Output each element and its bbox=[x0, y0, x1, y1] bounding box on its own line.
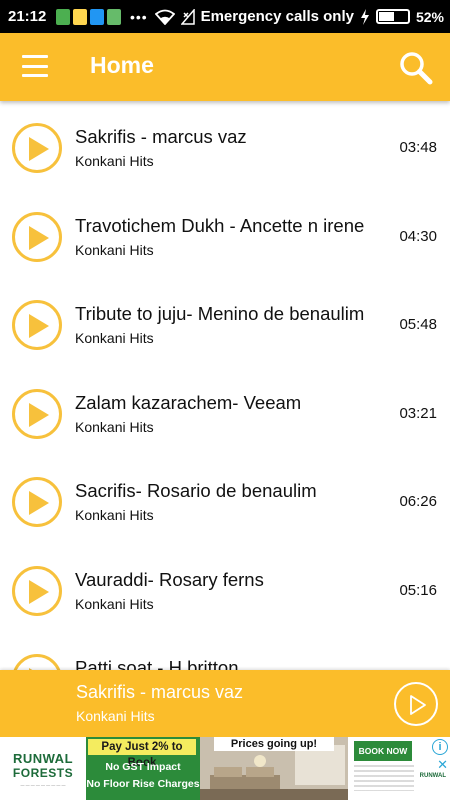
status-bar: 21:12 ••• Emergency calls only 52% bbox=[0, 0, 450, 33]
ad-gst-text: No GST Impact bbox=[105, 761, 181, 773]
song-list-item[interactable]: Zalam kazarachem- Veeam Konkani Hits 03:21 bbox=[0, 367, 450, 456]
status-right: Emergency calls only 52% bbox=[154, 0, 444, 33]
play-icon bbox=[29, 137, 49, 161]
song-artist: Konkani Hits bbox=[75, 595, 154, 612]
menu-icon-line bbox=[22, 74, 48, 77]
song-play-button[interactable] bbox=[12, 388, 62, 439]
ad-interior-photo: Prices going up! bbox=[200, 737, 348, 800]
more-notifications-icon: ••• bbox=[130, 8, 148, 25]
ad-brand-sub: FORESTS bbox=[12, 765, 74, 780]
ad-brand-tag-decoration: — — — — — — — — — bbox=[20, 781, 66, 787]
play-icon bbox=[29, 314, 49, 338]
song-list-item[interactable]: Travotichem Dukh - Ancette n irene Konkan… bbox=[0, 190, 450, 279]
notification-app-icon bbox=[56, 8, 70, 25]
song-title: Travotichem Dukh - Ancette n irene bbox=[75, 214, 365, 236]
play-icon bbox=[29, 225, 49, 250]
ad-brand-name: RUNWAL bbox=[12, 750, 74, 766]
play-icon bbox=[29, 491, 49, 515]
song-play-button[interactable] bbox=[12, 654, 62, 670]
song-play-button[interactable] bbox=[12, 565, 62, 616]
play-icon bbox=[29, 402, 49, 427]
carrier-text: Emergency calls only bbox=[200, 8, 354, 25]
song-play-button[interactable] bbox=[12, 123, 62, 173]
wifi-icon bbox=[154, 9, 175, 25]
song-duration: 06:26 bbox=[397, 493, 437, 510]
ad-pay-text: Pay Just 2% to Book bbox=[88, 739, 196, 769]
song-title: Patti soat - H britton bbox=[75, 657, 239, 670]
song-artist: Konkani Hits bbox=[75, 507, 154, 523]
ad-brand-logo: RUNWAL FORESTS — — — — — — — — — bbox=[0, 737, 86, 800]
battery-fill bbox=[378, 12, 394, 21]
song-artist: Konkani Hits bbox=[75, 330, 154, 346]
app-bar: Home bbox=[0, 33, 450, 101]
notification-store-icon bbox=[90, 8, 104, 25]
search-button[interactable] bbox=[398, 50, 434, 86]
battery-percent: 52% bbox=[415, 8, 444, 25]
ad-offer-panel: Pay Just 2% to Book No GST Impact No Flo… bbox=[86, 737, 200, 800]
song-duration: 05:48 bbox=[397, 316, 437, 333]
song-duration: 05:16 bbox=[397, 581, 437, 599]
ad-small-logo: RUNWAL bbox=[419, 773, 446, 779]
menu-button[interactable] bbox=[22, 55, 48, 77]
song-title: Sacrifis- Rosario de benaulim bbox=[75, 480, 317, 501]
song-list-item[interactable]: Patti soat - H brittonKonkani Hits bbox=[0, 632, 450, 670]
ad-fineprint bbox=[354, 765, 414, 791]
now-playing-artist: Konkani Hits bbox=[76, 708, 155, 724]
song-list-item[interactable]: Sacrifis- Rosario de benaulim Konkani Hit… bbox=[0, 455, 450, 544]
ad-prices-text: Prices going up! bbox=[214, 737, 334, 751]
song-play-button[interactable] bbox=[12, 300, 62, 350]
song-list-item[interactable]: Sakrifis - marcus vaz Konkani Hits 03:48 bbox=[0, 101, 450, 190]
notification-calendar-icon bbox=[73, 8, 87, 25]
song-play-button[interactable] bbox=[12, 477, 62, 527]
song-play-button[interactable] bbox=[12, 211, 62, 262]
ad-close-icon[interactable]: ✕ bbox=[437, 757, 448, 773]
play-icon bbox=[29, 579, 49, 604]
status-time: 21:12 bbox=[8, 8, 47, 25]
song-list: Sakrifis - marcus vaz Konkani Hits 03:48 Tr… bbox=[0, 101, 450, 670]
page-title: Home bbox=[90, 52, 154, 78]
notification-sim-icon bbox=[107, 8, 121, 25]
menu-icon-line bbox=[22, 64, 48, 68]
song-duration: 03:21 bbox=[397, 404, 437, 422]
ad-info-icon[interactable]: i bbox=[432, 739, 448, 755]
song-list-item[interactable]: Tribute to juju- Menino de benaulim Konka… bbox=[0, 278, 450, 367]
ad-floor-text: No Floor Rise Charges bbox=[86, 778, 200, 790]
notification-icons: ••• bbox=[56, 8, 148, 25]
song-title: Vauraddi- Rosary ferns bbox=[75, 568, 264, 590]
ad-cta-panel: BOOK NOW i ✕ RUNWAL bbox=[348, 737, 450, 800]
search-icon bbox=[400, 52, 433, 85]
song-title: Zalam kazarachem- Veeam bbox=[75, 391, 302, 413]
charging-icon bbox=[360, 8, 369, 25]
now-playing-play-button[interactable] bbox=[394, 682, 438, 726]
song-duration: 03:48 bbox=[397, 139, 437, 156]
signal-icon bbox=[180, 8, 195, 25]
ad-banner[interactable]: RUNWAL FORESTS — — — — — — — — — Pay Jus… bbox=[0, 737, 450, 800]
ad-book-now-button[interactable]: BOOK NOW bbox=[354, 741, 412, 761]
now-playing-bar[interactable]: Sakrifis - marcus vaz Konkani Hits bbox=[0, 670, 450, 737]
now-playing-title: Sakrifis - marcus vaz bbox=[76, 682, 244, 702]
song-artist: Konkani Hits bbox=[75, 241, 154, 258]
song-title: Sakrifis - marcus vaz bbox=[75, 126, 247, 147]
menu-icon-line bbox=[22, 55, 48, 58]
battery-icon bbox=[375, 9, 410, 24]
song-artist: Konkani Hits bbox=[75, 153, 154, 169]
song-duration: 04:30 bbox=[397, 227, 437, 245]
song-list-item[interactable]: Vauraddi- Rosary ferns Konkani Hits 05:16 bbox=[0, 544, 450, 633]
play-icon bbox=[410, 695, 426, 715]
app-screen: 21:12 ••• Emergency calls only 52% Home … bbox=[0, 0, 450, 800]
song-title: Tribute to juju- Menino de benaulim bbox=[75, 303, 365, 324]
song-artist: Konkani Hits bbox=[75, 418, 154, 435]
